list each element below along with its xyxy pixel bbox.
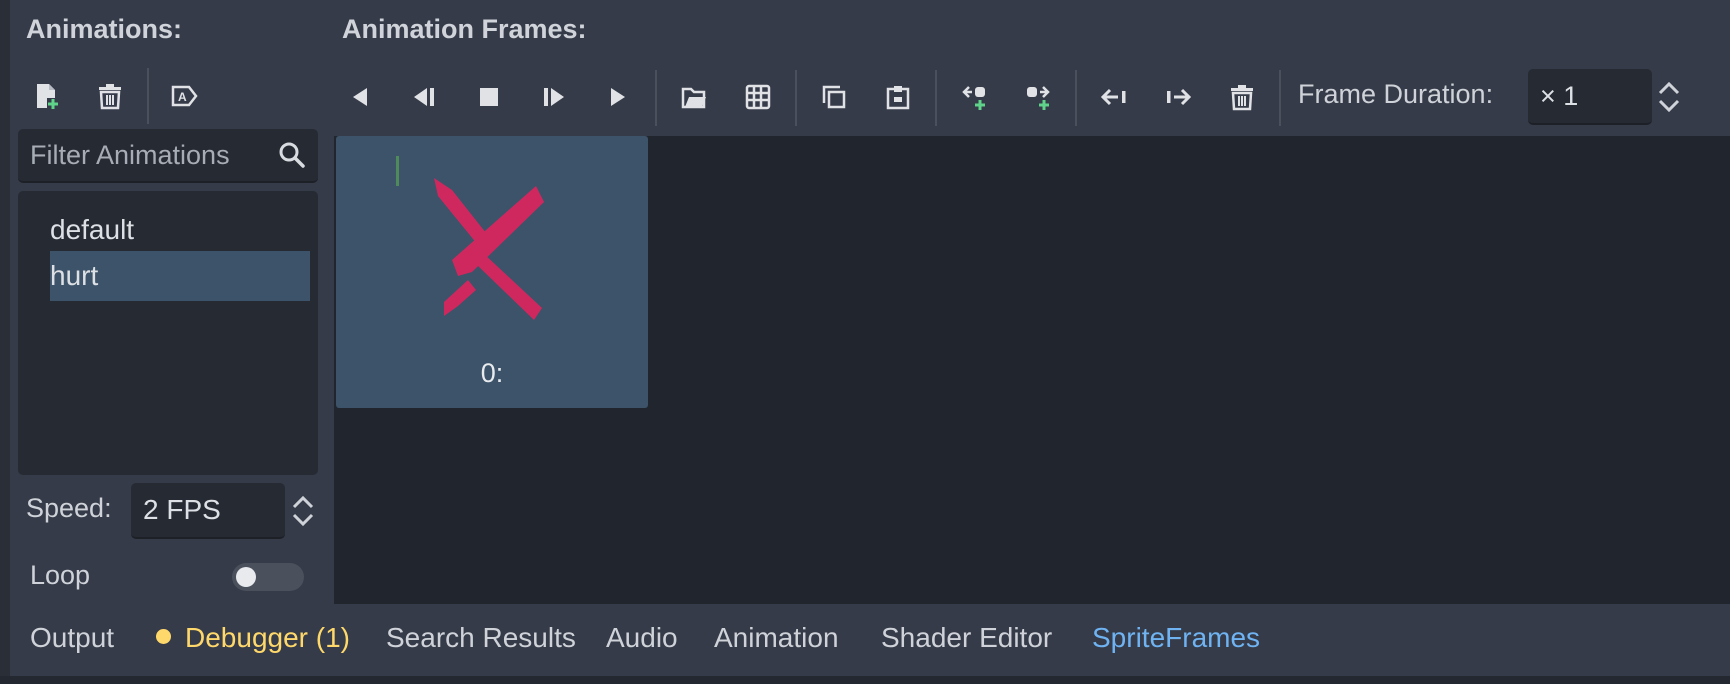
play-from-start-icon	[611, 88, 625, 106]
stop-icon	[480, 88, 498, 106]
move-right-icon	[1167, 88, 1192, 106]
delete-frame-button[interactable]	[1222, 77, 1262, 117]
bottom-panel-tabs: Output Debugger (1) Search Results Audio…	[10, 612, 1730, 676]
speed-label: Speed:	[26, 493, 112, 523]
new-animation-button[interactable]	[26, 76, 66, 116]
toolbar-separator	[1075, 70, 1077, 126]
tab-debugger-label: Debugger (1)	[185, 622, 350, 653]
animation-frames-title: Animation Frames:	[342, 14, 587, 44]
stop-button[interactable]	[469, 77, 509, 117]
paste-frame-button[interactable]	[878, 77, 918, 117]
toolbar-separator	[795, 70, 797, 126]
tab-search-results[interactable]: Search Results	[386, 622, 576, 654]
play-icon	[544, 88, 564, 106]
load-from-file-button[interactable]	[674, 77, 714, 117]
copy-frame-button[interactable]	[814, 77, 854, 117]
toggle-knob	[236, 567, 256, 587]
frame-duration-stepper-icon[interactable]	[1656, 80, 1682, 114]
insert-before-button[interactable]	[954, 77, 994, 117]
frame-item[interactable]: 0:	[336, 136, 648, 408]
toolbar-separator	[935, 70, 937, 126]
delete-animation-button[interactable]	[90, 76, 130, 116]
tab-animation[interactable]: Animation	[714, 622, 839, 654]
copy-frame-icon	[822, 85, 846, 109]
frame-index-label: 0:	[480, 358, 504, 388]
sprite-frame-thumbnail	[396, 156, 544, 320]
frame-duration-label: Frame Duration:	[1298, 79, 1494, 109]
play-backwards-from-end-button[interactable]	[341, 77, 381, 117]
speed-spinbox[interactable]: 2 FPS	[131, 483, 285, 539]
delete-animation-icon	[99, 84, 121, 110]
insert-before-icon	[962, 86, 985, 110]
move-left-button[interactable]	[1094, 77, 1134, 117]
play-backwards-from-end-icon	[353, 88, 367, 106]
play-from-start-button[interactable]	[597, 77, 637, 117]
tab-audio[interactable]: Audio	[606, 622, 678, 654]
insert-after-button[interactable]	[1018, 77, 1058, 117]
animations-title: Animations:	[26, 14, 183, 44]
move-right-button[interactable]	[1158, 77, 1198, 117]
tab-spriteframes[interactable]: SpriteFrames	[1092, 622, 1260, 654]
autoplay-button[interactable]: A	[164, 76, 204, 116]
insert-after-icon	[1027, 86, 1050, 110]
warning-dot-icon	[156, 629, 171, 644]
animation-item-default[interactable]: default	[50, 205, 310, 255]
tab-shader-editor[interactable]: Shader Editor	[881, 622, 1052, 654]
filter-animations-field[interactable]	[18, 129, 318, 183]
toolbar-separator	[147, 68, 149, 124]
new-animation-icon	[37, 84, 59, 110]
frame-duration-spinbox[interactable]: × 1	[1528, 69, 1652, 125]
svg-text:A: A	[178, 90, 187, 104]
loop-label: Loop	[30, 560, 91, 590]
tab-debugger[interactable]: Debugger (1)	[156, 622, 350, 654]
filter-animations-input[interactable]	[18, 129, 268, 181]
play-button[interactable]	[533, 77, 573, 117]
toolbar-separator	[1279, 70, 1281, 126]
play-backwards-icon	[414, 88, 434, 106]
delete-frame-icon	[1231, 85, 1253, 111]
animation-item-hurt[interactable]: hurt	[50, 251, 310, 301]
animation-list: default hurt	[18, 191, 318, 475]
paste-frame-icon	[886, 86, 910, 110]
autoplay-on-load-icon: A	[171, 85, 198, 107]
load-from-file-icon	[681, 87, 706, 109]
add-from-spritesheet-icon	[745, 84, 771, 110]
toolbar-separator	[655, 70, 657, 126]
play-backwards-button[interactable]	[405, 77, 445, 117]
add-from-spritesheet-button[interactable]	[738, 77, 778, 117]
move-left-icon	[1100, 88, 1126, 106]
loop-toggle[interactable]	[232, 563, 304, 591]
search-icon	[279, 142, 305, 168]
speed-stepper-icon[interactable]	[290, 494, 316, 528]
tab-output[interactable]: Output	[30, 622, 114, 654]
